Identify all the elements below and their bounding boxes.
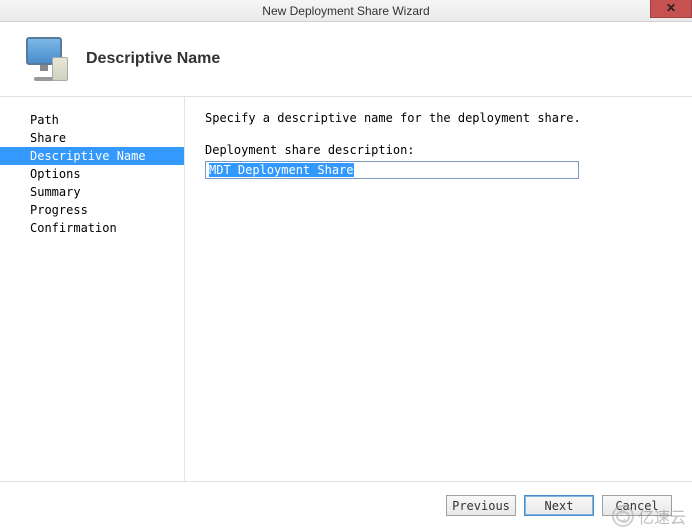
- sidebar-item-path[interactable]: Path: [0, 111, 184, 129]
- sidebar-item-confirmation[interactable]: Confirmation: [0, 219, 184, 237]
- window-title: New Deployment Share Wizard: [262, 4, 429, 18]
- close-button[interactable]: ✕: [650, 0, 692, 18]
- previous-button[interactable]: Previous: [446, 495, 516, 516]
- next-button[interactable]: Next: [524, 495, 594, 516]
- wizard-header: Descriptive Name: [0, 22, 692, 97]
- wizard-footer: Previous Next Cancel: [0, 481, 692, 529]
- wizard-body: Path Share Descriptive Name Options Summ…: [0, 97, 692, 481]
- page-title: Descriptive Name: [86, 50, 220, 68]
- close-icon: ✕: [666, 1, 676, 15]
- sidebar-item-descriptive-name[interactable]: Descriptive Name: [0, 147, 184, 165]
- sidebar-item-summary[interactable]: Summary: [0, 183, 184, 201]
- titlebar: New Deployment Share Wizard ✕: [0, 0, 692, 22]
- computer-icon: [20, 35, 68, 83]
- instruction-text: Specify a descriptive name for the deplo…: [205, 111, 672, 125]
- sidebar-item-share[interactable]: Share: [0, 129, 184, 147]
- sidebar-item-progress[interactable]: Progress: [0, 201, 184, 219]
- wizard-sidebar: Path Share Descriptive Name Options Summ…: [0, 97, 185, 481]
- sidebar-item-options[interactable]: Options: [0, 165, 184, 183]
- cancel-button[interactable]: Cancel: [602, 495, 672, 516]
- wizard-content: Specify a descriptive name for the deplo…: [185, 97, 692, 481]
- description-input[interactable]: MDT Deployment Share: [205, 161, 579, 179]
- description-label: Deployment share description:: [205, 143, 672, 157]
